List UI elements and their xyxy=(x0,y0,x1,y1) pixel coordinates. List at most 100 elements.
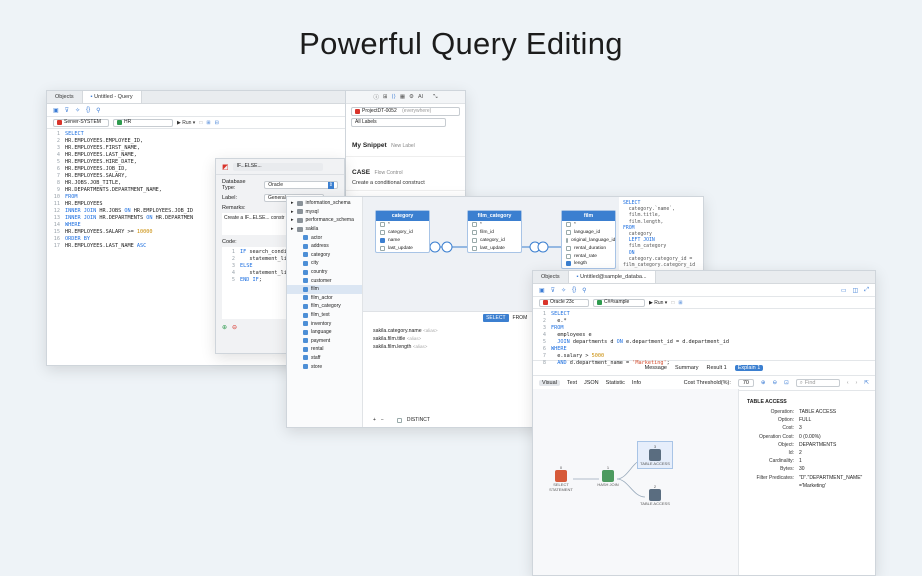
column-checkbox[interactable] xyxy=(380,237,385,243)
remove-icon[interactable]: ⊖ xyxy=(232,324,237,331)
schema-item[interactable]: ▸ mysql xyxy=(287,208,362,217)
column-checkbox[interactable] xyxy=(566,222,571,228)
table-column[interactable]: original_language_id xyxy=(562,237,615,245)
table-column[interactable]: length xyxy=(562,260,615,268)
table-column[interactable]: * xyxy=(468,221,521,229)
grid-icon[interactable]: ▦ xyxy=(400,94,405,100)
table-item[interactable]: customer xyxy=(287,276,362,285)
info-icon[interactable]: ⓘ xyxy=(373,93,379,101)
column-checkbox[interactable] xyxy=(566,245,571,251)
table-film[interactable]: film * language_id original_language_id rent… xyxy=(561,210,616,269)
column-checkbox[interactable] xyxy=(380,245,385,251)
table-column[interactable]: last_update xyxy=(468,244,521,252)
insert-icon[interactable]: ⊕ xyxy=(222,324,227,331)
table-item[interactable]: address xyxy=(287,242,362,251)
magic-icon[interactable]: ✧ xyxy=(561,287,566,294)
snippet-item[interactable]: My Snippet New Label xyxy=(346,130,465,157)
column-checkbox[interactable] xyxy=(380,222,385,228)
snippet-icon[interactable]: ⚲ xyxy=(582,287,586,294)
snippet-name-field[interactable]: IF...ELSE... xyxy=(232,162,323,171)
sql-code-editor[interactable]: 1 SELECT 2 e.* 3 FROM 4 employees e5 JOIN dep… xyxy=(533,309,875,366)
braces-icon[interactable]: {} xyxy=(86,107,90,113)
schema-item[interactable]: ▸ information_schema xyxy=(287,199,362,208)
connection-select[interactable]: Server-SYSTEM xyxy=(53,118,109,127)
table-item[interactable]: store xyxy=(287,362,362,371)
plan-node-hash-join[interactable]: 1 HASH JOIN xyxy=(593,465,623,487)
table-column[interactable]: name xyxy=(376,237,429,245)
table-column[interactable]: film_id xyxy=(468,229,521,237)
fit-icon[interactable]: ⊡ xyxy=(784,380,789,386)
table-icon[interactable]: ⊞ xyxy=(383,94,388,100)
table-column[interactable]: * xyxy=(562,221,615,229)
schema-item[interactable]: ▸ sakila xyxy=(287,225,362,234)
table-item[interactable]: category xyxy=(287,251,362,260)
zoom-out-icon[interactable]: ⊖ xyxy=(772,380,777,386)
table-column[interactable]: last_update xyxy=(376,244,429,252)
table-item[interactable]: film xyxy=(287,284,362,294)
project-select[interactable]: ProjectDT-0052 (everywhere) xyxy=(351,107,460,116)
save-icon[interactable]: ▣ xyxy=(539,287,545,294)
column-checkbox[interactable] xyxy=(380,230,385,236)
prev-icon[interactable]: ‹ xyxy=(847,380,849,386)
table-column[interactable]: rental_duration xyxy=(562,244,615,252)
plan-node-table-access[interactable]: 3 TABLE ACCESS xyxy=(637,441,673,469)
schema-item[interactable]: ▸ performance_schema xyxy=(287,216,362,225)
schema-select[interactable]: C##sample xyxy=(593,298,645,307)
column-checkbox[interactable] xyxy=(566,237,568,243)
result-tab[interactable]: Message xyxy=(645,365,667,371)
column-checkbox[interactable] xyxy=(472,222,477,228)
ai-icon[interactable]: AI xyxy=(418,94,423,100)
run-button[interactable]: ▶ Run ▾ xyxy=(177,120,195,126)
filter-icon[interactable]: ⊽ xyxy=(65,107,69,114)
clause-tab[interactable]: SELECT xyxy=(483,314,509,322)
column-checkbox[interactable] xyxy=(472,245,477,251)
table-item[interactable]: language xyxy=(287,328,362,337)
tab-objects[interactable]: Objects xyxy=(47,91,83,103)
table-category[interactable]: category * category_id name last_update xyxy=(375,210,430,254)
zoom-in-icon[interactable]: ⊕ xyxy=(761,380,766,386)
explain-icon[interactable]: ⊞ xyxy=(678,300,682,306)
db-type-select[interactable]: Oracle ⇕ xyxy=(264,181,338,189)
find-input[interactable]: ⌕ Find xyxy=(795,379,840,387)
result-tab[interactable]: Summary xyxy=(675,365,699,371)
remove-field-button[interactable]: − xyxy=(381,417,384,423)
code-icon[interactable]: ⟨⟩ xyxy=(392,94,396,100)
export-icon[interactable]: ⇱ xyxy=(864,380,869,386)
next-icon[interactable]: › xyxy=(856,380,858,386)
table-item[interactable]: film_category xyxy=(287,302,362,311)
result-tab[interactable]: Explain 1 xyxy=(734,365,764,371)
connection-select[interactable]: Oracle 23c xyxy=(539,298,589,307)
table-column[interactable]: * xyxy=(376,221,429,229)
table-column[interactable]: language_id xyxy=(562,229,615,237)
table-item[interactable]: film_text xyxy=(287,311,362,320)
filter-icon[interactable]: ⊽ xyxy=(551,287,555,294)
tab-untitled-sample[interactable]: ▪ Untitled@sample_databa... xyxy=(568,271,656,283)
braces-icon[interactable]: {} xyxy=(572,287,576,293)
view-tab[interactable]: Text xyxy=(567,380,577,386)
tab-untitled-query[interactable]: ▪ Untitled - Query xyxy=(82,91,142,103)
split-icon[interactable]: ◫ xyxy=(853,287,859,294)
explain-icon[interactable]: ⊞ xyxy=(206,120,210,126)
run-button[interactable]: ▶ Run ▾ xyxy=(649,300,667,306)
table-item[interactable]: film_actor xyxy=(287,294,362,303)
table-column[interactable]: category_id xyxy=(468,237,521,245)
table-item[interactable]: country xyxy=(287,268,362,277)
stop-icon[interactable]: □ xyxy=(199,120,202,126)
expand-icon[interactable]: ⤢ xyxy=(864,287,869,294)
snippet-item[interactable]: CASE Flow Control Create a conditional co… xyxy=(346,157,465,191)
schema-select[interactable]: HR xyxy=(113,118,173,127)
stop-icon[interactable]: □ xyxy=(671,300,674,306)
gear-icon[interactable]: ⚙ xyxy=(409,94,414,100)
collapse-icon[interactable]: ⤡ xyxy=(433,94,437,101)
column-checkbox[interactable] xyxy=(566,253,571,259)
save-icon[interactable]: ▣ xyxy=(53,107,59,114)
layout-icon[interactable]: ▭ xyxy=(841,287,847,294)
plan-node-select-statement[interactable]: 0 SELECT STATEMENT xyxy=(541,465,581,492)
snippet-icon[interactable]: ⚲ xyxy=(96,107,100,114)
table-item[interactable]: rental xyxy=(287,345,362,354)
distinct-checkbox[interactable] xyxy=(396,417,402,423)
clause-tab[interactable]: FROM xyxy=(510,314,531,322)
result-tab[interactable]: Result 1 xyxy=(707,365,727,371)
view-tab[interactable]: Statistic xyxy=(606,380,625,386)
table-item[interactable]: actor xyxy=(287,233,362,242)
